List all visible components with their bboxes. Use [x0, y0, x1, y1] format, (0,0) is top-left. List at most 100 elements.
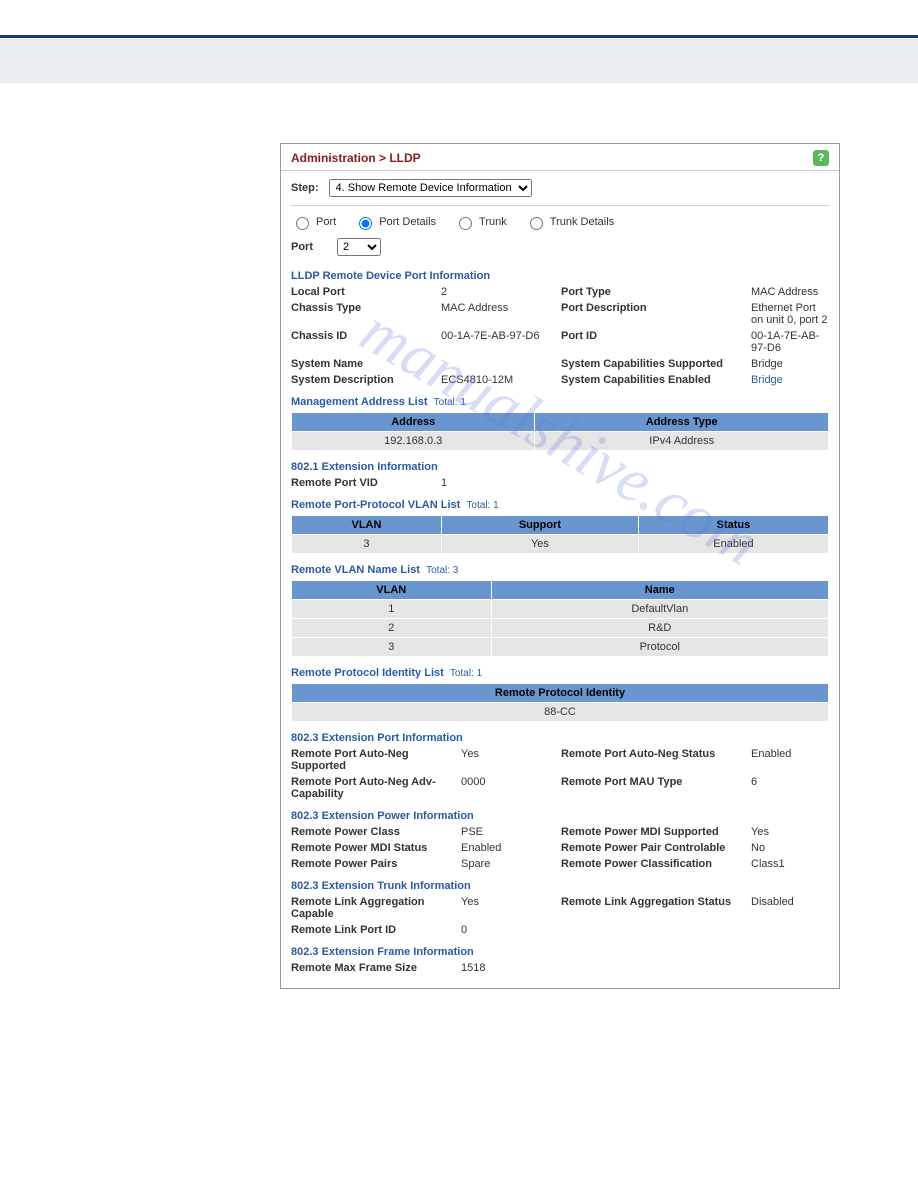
kv-label: Remote Power Class — [291, 826, 461, 838]
kv-label: Port ID — [561, 330, 751, 354]
kv-value: 2 — [441, 286, 561, 298]
step-select[interactable]: 4. Show Remote Device Information — [329, 179, 532, 197]
table-header: VLAN — [292, 516, 442, 535]
table-header: Address Type — [535, 413, 829, 432]
table-cell: R&D — [491, 619, 828, 638]
remote-port-info-grid: Local Port2Port TypeMAC AddressChassis T… — [281, 286, 839, 386]
kv-label: Remote Max Frame Size — [291, 962, 461, 974]
kv-value: PSE — [461, 826, 561, 838]
kv-value: 00-1A-7E-AB-97-D6 — [441, 330, 561, 354]
help-icon[interactable]: ? — [813, 150, 829, 166]
kv-value: 1518 — [461, 962, 561, 974]
port-protocol-vlan-title: Remote Port-Protocol VLAN List Total: 1 — [281, 493, 839, 513]
kv-label: Chassis ID — [291, 330, 441, 354]
table-header: VLAN — [292, 581, 492, 600]
radio-trunk[interactable]: Trunk — [454, 214, 507, 230]
kv-label: Local Port — [291, 286, 441, 298]
port-label: Port — [291, 241, 313, 253]
kv-value[interactable]: Bridge — [751, 374, 829, 386]
radio-port-details[interactable]: Port Details — [354, 214, 436, 230]
radio-trunk-details[interactable]: Trunk Details — [525, 214, 614, 230]
section-8021-ext: 802.1 Extension Information — [281, 455, 839, 477]
table-row: 2R&D — [292, 619, 829, 638]
kv-value: MAC Address — [751, 286, 829, 298]
table-row: 1DefaultVlan — [292, 600, 829, 619]
kv-label — [561, 924, 751, 936]
kv-value: 0 — [461, 924, 561, 936]
kv-value: Enabled — [461, 842, 561, 854]
table-header: Address — [292, 413, 535, 432]
radio-port[interactable]: Port — [291, 214, 336, 230]
kv-label: Remote Power Pairs — [291, 858, 461, 870]
kv-value: Yes — [461, 748, 561, 772]
kv-value: MAC Address — [441, 302, 561, 326]
lldp-panel: Administration > LLDP ? Step: 4. Show Re… — [280, 143, 840, 989]
ext8023-power-grid: Remote Power ClassPSERemote Power MDI Su… — [281, 826, 839, 870]
kv-label: Remote Port Auto-Neg Adv-Capability — [291, 776, 461, 800]
kv-label: Remote Port MAU Type — [561, 776, 751, 800]
table-header: Support — [441, 516, 638, 535]
kv-label: Remote Power MDI Status — [291, 842, 461, 854]
kv-value — [441, 358, 561, 370]
remote-port-vid-row: Remote Port VID 1 — [281, 477, 839, 489]
kv-label: Remote Power MDI Supported — [561, 826, 751, 838]
table-cell: Protocol — [491, 638, 828, 657]
kv-value: Ethernet Port on unit 0, port 2 — [751, 302, 829, 326]
table-header: Name — [491, 581, 828, 600]
remote-port-vid-label: Remote Port VID — [291, 477, 441, 489]
kv-value: 6 — [751, 776, 829, 800]
kv-label: Port Description — [561, 302, 751, 326]
breadcrumb: Administration > LLDP — [291, 151, 421, 165]
kv-label: Port Type — [561, 286, 751, 298]
table-header: Remote Protocol Identity — [292, 684, 829, 703]
view-mode-radios: Port Port Details Trunk Trunk Details — [281, 206, 839, 234]
protocol-identity-table: Remote Protocol Identity88-CC — [291, 683, 829, 722]
kv-label: System Name — [291, 358, 441, 370]
kv-label: System Capabilities Enabled — [561, 374, 751, 386]
port-row: Port 2 — [281, 234, 839, 264]
kv-value: Enabled — [751, 748, 829, 772]
table-cell: 88-CC — [292, 703, 829, 722]
ext8023-port-grid: Remote Port Auto-Neg SupportedYesRemote … — [281, 748, 839, 800]
kv-label: Chassis Type — [291, 302, 441, 326]
kv-value: Yes — [461, 896, 561, 920]
table-cell: Yes — [441, 535, 638, 554]
section-8023-port: 802.3 Extension Port Information — [281, 726, 839, 748]
remote-port-vid-value: 1 — [441, 477, 561, 489]
step-row: Step: 4. Show Remote Device Information — [281, 171, 839, 205]
table-cell: 2 — [292, 619, 492, 638]
kv-value: Spare — [461, 858, 561, 870]
gray-band — [0, 38, 918, 83]
ext8023-trunk-grid: Remote Link Aggregation CapableYesRemote… — [281, 896, 839, 936]
panel-header: Administration > LLDP ? — [281, 144, 839, 171]
vlan-name-title: Remote VLAN Name List Total: 3 — [281, 558, 839, 578]
table-row: 192.168.0.3IPv4 Address — [292, 432, 829, 451]
port-select[interactable]: 2 — [337, 238, 381, 256]
port-protocol-vlan-table: VLANSupportStatus3YesEnabled — [291, 515, 829, 554]
kv-label: Remote Link Port ID — [291, 924, 461, 936]
kv-label: Remote Port Auto-Neg Status — [561, 748, 751, 772]
step-label: Step: — [291, 182, 319, 194]
kv-label — [561, 962, 751, 974]
section-8023-power: 802.3 Extension Power Information — [281, 804, 839, 826]
table-cell: 192.168.0.3 — [292, 432, 535, 451]
table-cell: 3 — [292, 638, 492, 657]
table-row: 3YesEnabled — [292, 535, 829, 554]
kv-value: 0000 — [461, 776, 561, 800]
kv-value — [751, 962, 829, 974]
kv-label: Remote Link Aggregation Capable — [291, 896, 461, 920]
kv-label: System Description — [291, 374, 441, 386]
kv-value: Yes — [751, 826, 829, 838]
section-8023-frame: 802.3 Extension Frame Information — [281, 940, 839, 962]
kv-label: Remote Link Aggregation Status — [561, 896, 751, 920]
mgmt-addr-title: Management Address List Total: 1 — [281, 390, 839, 410]
table-row: 3Protocol — [292, 638, 829, 657]
kv-value: 00-1A-7E-AB-97-D6 — [751, 330, 829, 354]
ext8023-frame-grid: Remote Max Frame Size1518 — [281, 962, 839, 984]
table-cell: 1 — [292, 600, 492, 619]
kv-label: System Capabilities Supported — [561, 358, 751, 370]
kv-value: ECS4810-12M — [441, 374, 561, 386]
kv-value — [751, 924, 829, 936]
table-cell: IPv4 Address — [535, 432, 829, 451]
protocol-identity-title: Remote Protocol Identity List Total: 1 — [281, 661, 839, 681]
